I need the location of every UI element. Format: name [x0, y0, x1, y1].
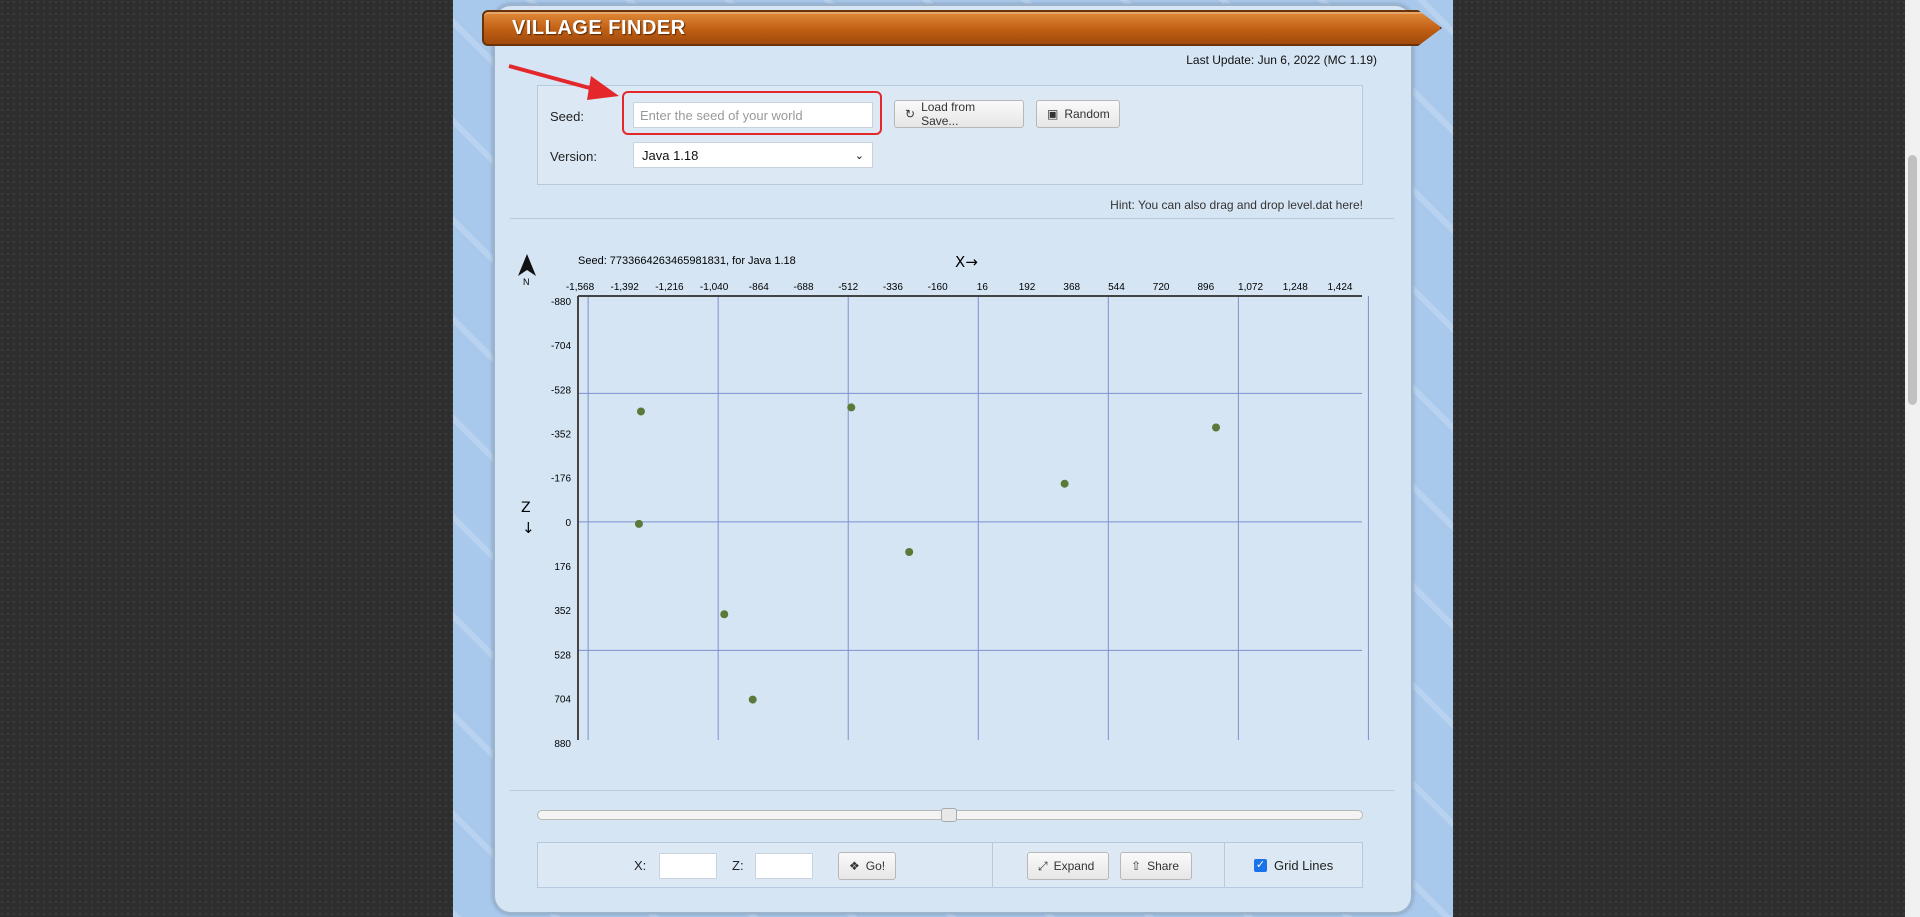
go-button[interactable]: ❖ Go! — [838, 852, 896, 880]
x-tick-label: -864 — [749, 282, 769, 293]
grid-lines-label: Grid Lines — [1274, 858, 1334, 873]
map-ticks: -1,568 -1,392 -1,216 -1,040 -864 -688 -512 -336… — [551, 282, 1353, 750]
z-tick-label: 0 — [565, 518, 571, 529]
village-marker[interactable] — [847, 403, 856, 412]
x-coord-input[interactable] — [659, 853, 717, 879]
zoom-slider-thumb[interactable] — [941, 808, 957, 822]
svg-text:N: N — [523, 277, 530, 287]
x-coord-label: X: — [634, 858, 647, 873]
z-tick-label: -528 — [551, 385, 571, 396]
z-tick-label: -704 — [551, 341, 571, 352]
x-axis-label: X→ — [955, 253, 978, 271]
village-marker[interactable] — [1060, 479, 1069, 488]
z-tick-label: 704 — [554, 695, 571, 706]
controls-divider-2 — [1224, 842, 1225, 888]
z-tick-label: 880 — [554, 739, 571, 750]
village-marker[interactable] — [720, 610, 729, 619]
x-tick-label: 896 — [1198, 282, 1215, 293]
x-tick-label: 1,248 — [1283, 282, 1308, 293]
x-tick-label: -336 — [883, 282, 903, 293]
controls-divider-1 — [992, 842, 993, 888]
x-tick-label: 16 — [977, 282, 989, 293]
z-tick-label: 528 — [554, 650, 571, 661]
map-grid — [577, 295, 1369, 740]
z-tick-label: -880 — [551, 297, 571, 308]
grid-lines-checkbox[interactable]: ✓ — [1254, 859, 1267, 872]
page-scrollbar[interactable] — [1905, 0, 1920, 917]
compass-needle-icon: ❖ — [849, 859, 860, 873]
divider-bottom — [510, 790, 1394, 791]
scrollbar-thumb[interactable] — [1908, 155, 1917, 405]
village-markers — [634, 403, 1221, 704]
x-tick-label: 192 — [1019, 282, 1036, 293]
z-coord-input[interactable] — [755, 853, 813, 879]
x-tick-label: 720 — [1153, 282, 1170, 293]
expand-button[interactable]: ⤢ Expand — [1027, 852, 1109, 880]
z-tick-label: 176 — [554, 562, 571, 573]
x-tick-label: -1,216 — [655, 282, 684, 293]
share-button[interactable]: ⇧ Share — [1120, 852, 1192, 880]
x-tick-label: -512 — [838, 282, 858, 293]
x-tick-label: -1,568 — [566, 282, 595, 293]
village-marker[interactable] — [636, 407, 645, 416]
expand-icon: ⤢ — [1038, 858, 1048, 873]
x-tick-label: 1,072 — [1238, 282, 1263, 293]
village-map[interactable]: -1,568 -1,392 -1,216 -1,040 -864 -688 -512 -336… — [0, 0, 1920, 780]
x-tick-label: 1,424 — [1327, 282, 1352, 293]
village-marker[interactable] — [634, 519, 643, 528]
village-marker[interactable] — [1212, 423, 1221, 432]
z-coord-label: Z: — [732, 858, 744, 873]
x-tick-label: -688 — [794, 282, 814, 293]
z-axis-label: Z — [521, 500, 531, 516]
x-tick-label: -1,040 — [700, 282, 729, 293]
village-marker[interactable] — [905, 548, 914, 556]
x-tick-label: -160 — [928, 282, 948, 293]
z-tick-label: -176 — [551, 474, 571, 485]
x-tick-label: -1,392 — [611, 282, 640, 293]
x-tick-label: 544 — [1108, 282, 1125, 293]
z-tick-label: -352 — [551, 430, 571, 441]
share-icon: ⇧ — [1131, 859, 1142, 873]
z-axis-arrow: ↓ — [522, 519, 535, 537]
village-marker[interactable] — [748, 695, 757, 704]
z-tick-label: 352 — [554, 606, 571, 617]
compass-icon: N — [518, 254, 536, 287]
map-caption: Seed: 7733664263465981831, for Java 1.18 — [578, 255, 796, 267]
x-tick-label: 368 — [1063, 282, 1080, 293]
